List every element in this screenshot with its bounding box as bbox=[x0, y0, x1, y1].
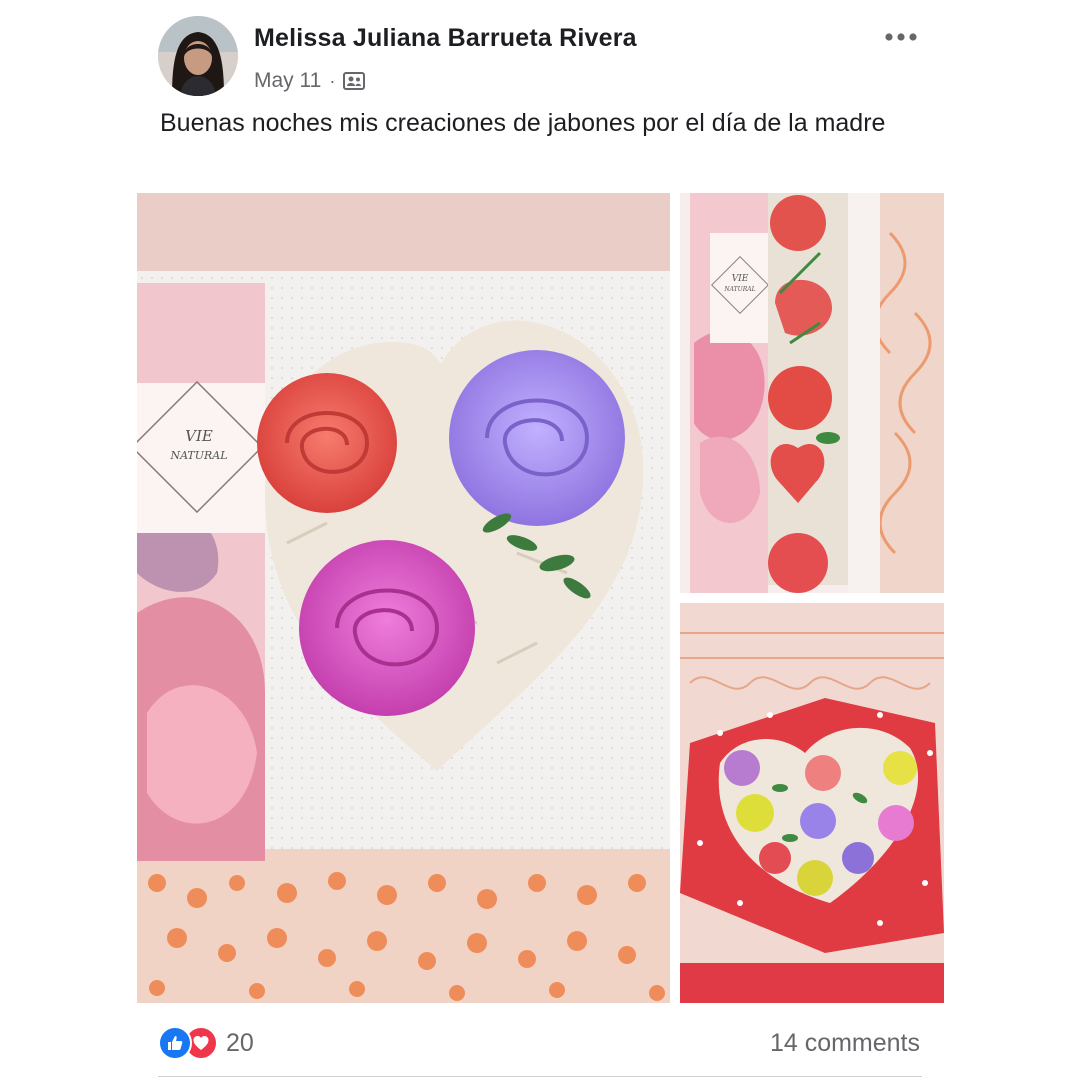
meta-separator: · bbox=[329, 70, 336, 91]
more-options-button[interactable] bbox=[880, 24, 922, 50]
reaction-count: 20 bbox=[226, 1028, 254, 1057]
comments-count-link[interactable]: 14 comments bbox=[770, 1026, 920, 1060]
box-label-line2: NATURAL bbox=[169, 449, 227, 462]
photo-main[interactable]: VIE NATURAL bbox=[137, 193, 670, 1003]
photo-top-right[interactable]: VIE NATURAL bbox=[680, 193, 944, 593]
divider bbox=[158, 1076, 922, 1077]
box-label-line2: NATURAL bbox=[723, 286, 755, 293]
box-label-line1: VIE bbox=[185, 427, 213, 445]
post-meta: May 11 · bbox=[254, 66, 366, 96]
friends-icon bbox=[343, 71, 366, 91]
photo-bottom-right[interactable] bbox=[680, 603, 944, 1003]
more-icon bbox=[885, 33, 917, 41]
facebook-post: Melissa Juliana Barrueta Rivera May 11 ·… bbox=[0, 0, 1080, 1080]
author-name[interactable]: Melissa Juliana Barrueta Rivera bbox=[254, 24, 637, 53]
box-label-line1: VIE bbox=[732, 274, 749, 284]
post-caption: Buenas noches mis creaciones de jabones … bbox=[160, 109, 886, 137]
reactions-summary[interactable]: 20 bbox=[158, 1026, 254, 1060]
post-date[interactable]: May 11 bbox=[254, 69, 321, 93]
like-icon bbox=[158, 1026, 192, 1060]
avatar[interactable] bbox=[158, 16, 238, 96]
